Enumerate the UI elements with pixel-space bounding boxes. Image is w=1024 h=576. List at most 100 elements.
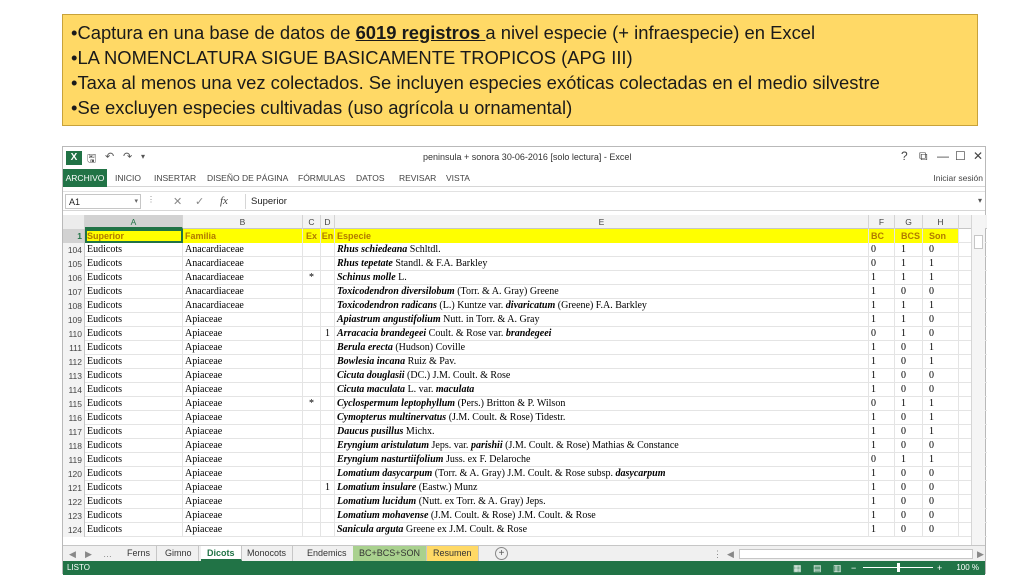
cell-bc[interactable]: 1 xyxy=(869,285,895,299)
cell-bcs[interactable]: 0 xyxy=(895,467,923,481)
column-header-f[interactable]: F xyxy=(869,215,895,229)
cell-familia[interactable]: Anacardiaceae xyxy=(183,299,303,313)
row-number[interactable]: 123 xyxy=(63,509,85,523)
ribbon-display-button[interactable]: ⧉ xyxy=(919,149,928,164)
row-number[interactable]: 104 xyxy=(63,243,85,257)
cell-en[interactable] xyxy=(321,453,335,467)
cell-familia[interactable]: Anacardiaceae xyxy=(183,257,303,271)
cell-ex[interactable] xyxy=(303,439,321,453)
row-number[interactable]: 122 xyxy=(63,495,85,509)
cell-superior[interactable]: Eudicots xyxy=(85,285,183,299)
cell-bc[interactable]: 1 xyxy=(869,355,895,369)
row-number[interactable]: 115 xyxy=(63,397,85,411)
cell-ex[interactable] xyxy=(303,341,321,355)
cell-superior[interactable]: Eudicots xyxy=(85,369,183,383)
minimize-button[interactable]: — xyxy=(937,149,949,163)
cell-familia[interactable]: Apiaceae xyxy=(183,411,303,425)
cell-bc[interactable]: 1 xyxy=(869,509,895,523)
cell-superior[interactable]: Eudicots xyxy=(85,355,183,369)
cell-ex[interactable] xyxy=(303,467,321,481)
sheet-tab-monocots[interactable]: Monocots xyxy=(241,546,294,561)
cell-bcs[interactable]: 1 xyxy=(895,299,923,313)
cell-son[interactable]: 0 xyxy=(923,481,959,495)
cell-son[interactable]: 1 xyxy=(923,453,959,467)
prev-sheet-icon[interactable]: ◀ xyxy=(69,546,76,562)
cell-son[interactable]: 0 xyxy=(923,495,959,509)
column-header-b[interactable]: B xyxy=(183,215,303,229)
row-number[interactable]: 112 xyxy=(63,355,85,369)
cell-especie[interactable]: Cyclospermum leptophyllum (Pers.) Britto… xyxy=(335,397,869,411)
cell-son[interactable]: 0 xyxy=(923,439,959,453)
cell-son[interactable]: 0 xyxy=(923,467,959,481)
cell-familia[interactable]: Apiaceae xyxy=(183,369,303,383)
cell-en[interactable] xyxy=(321,383,335,397)
cell-especie[interactable]: Cymopterus multinervatus (J.M. Coult. & … xyxy=(335,411,869,425)
cell-familia[interactable]: Apiaceae xyxy=(183,481,303,495)
row-number[interactable]: 108 xyxy=(63,299,85,313)
cell-especie[interactable]: Lomatium dasycarpum (Torr. & A. Gray) J.… xyxy=(335,467,869,481)
cell-en[interactable] xyxy=(321,355,335,369)
cell-a1[interactable]: Superior xyxy=(85,229,183,243)
cell-familia[interactable]: Apiaceae xyxy=(183,327,303,341)
cell-bcs[interactable]: 1 xyxy=(895,271,923,285)
cell-superior[interactable]: Eudicots xyxy=(85,495,183,509)
row-number[interactable]: 106 xyxy=(63,271,85,285)
cell-bc[interactable]: 0 xyxy=(869,397,895,411)
cell-especie[interactable]: Rhus schiedeana Schltdl. xyxy=(335,243,869,257)
name-box[interactable]: A1 ▾ xyxy=(65,194,141,209)
tab-revisar[interactable]: REVISAR xyxy=(399,169,436,187)
spreadsheet-grid[interactable]: A B C D E F G H 1 Superior Familia Ex En… xyxy=(63,215,987,545)
cell-bcs[interactable]: 0 xyxy=(895,425,923,439)
cell-son[interactable]: 0 xyxy=(923,243,959,257)
cell-familia[interactable]: Anacardiaceae xyxy=(183,243,303,257)
cell-bc[interactable]: 1 xyxy=(869,495,895,509)
cell-especie[interactable]: Toxicodendron radicans (L.) Kuntze var. … xyxy=(335,299,869,313)
cell-superior[interactable]: Eudicots xyxy=(85,257,183,271)
cell-en[interactable] xyxy=(321,299,335,313)
cell-superior[interactable]: Eudicots xyxy=(85,481,183,495)
cell-son[interactable]: 0 xyxy=(923,509,959,523)
cell-superior[interactable]: Eudicots xyxy=(85,313,183,327)
cell-e1[interactable]: Especie xyxy=(335,229,869,243)
column-header-e[interactable]: E xyxy=(335,215,869,229)
cell-ex[interactable] xyxy=(303,523,321,537)
cell-ex[interactable] xyxy=(303,369,321,383)
cell-en[interactable] xyxy=(321,271,335,285)
cell-ex[interactable]: * xyxy=(303,271,321,285)
more-sheets-icon[interactable]: … xyxy=(103,546,112,562)
cell-en[interactable] xyxy=(321,341,335,355)
cell-bc[interactable]: 1 xyxy=(869,271,895,285)
cell-en[interactable] xyxy=(321,285,335,299)
zoom-slider-thumb[interactable] xyxy=(897,563,900,572)
chevron-down-icon[interactable]: ▾ xyxy=(134,195,138,209)
cell-superior[interactable]: Eudicots xyxy=(85,397,183,411)
cell-ex[interactable] xyxy=(303,509,321,523)
row-number[interactable]: 124 xyxy=(63,523,85,537)
cell-en[interactable] xyxy=(321,397,335,411)
cell-bc[interactable]: 1 xyxy=(869,341,895,355)
cell-especie[interactable]: Berula erecta (Hudson) Coville xyxy=(335,341,869,355)
cell-especie[interactable]: Cicuta maculata L. var. maculata xyxy=(335,383,869,397)
sheet-tab-endemics[interactable]: Endemics xyxy=(301,546,354,561)
redo-icon[interactable]: ↷ xyxy=(123,150,132,163)
cell-especie[interactable]: Lomatium lucidum (Nutt. ex Torr. & A. Gr… xyxy=(335,495,869,509)
cell-en[interactable] xyxy=(321,257,335,271)
cell-en[interactable] xyxy=(321,425,335,439)
zoom-in-icon[interactable]: + xyxy=(937,562,942,574)
cell-familia[interactable]: Apiaceae xyxy=(183,509,303,523)
tab-datos[interactable]: DATOS xyxy=(356,169,385,187)
cell-bcs[interactable]: 0 xyxy=(895,355,923,369)
row-number[interactable]: 121 xyxy=(63,481,85,495)
cell-bc[interactable]: 1 xyxy=(869,467,895,481)
cell-superior[interactable]: Eudicots xyxy=(85,383,183,397)
cell-ex[interactable] xyxy=(303,495,321,509)
cell-ex[interactable] xyxy=(303,481,321,495)
horizontal-scrollbar[interactable] xyxy=(739,549,973,559)
cell-ex[interactable] xyxy=(303,285,321,299)
cell-bcs[interactable]: 1 xyxy=(895,397,923,411)
row-number[interactable]: 116 xyxy=(63,411,85,425)
cell-especie[interactable]: Bowlesia incana Ruiz & Pav. xyxy=(335,355,869,369)
cell-d1[interactable]: En xyxy=(321,229,335,243)
cell-bc[interactable]: 0 xyxy=(869,257,895,271)
zoom-out-icon[interactable]: − xyxy=(851,562,856,574)
